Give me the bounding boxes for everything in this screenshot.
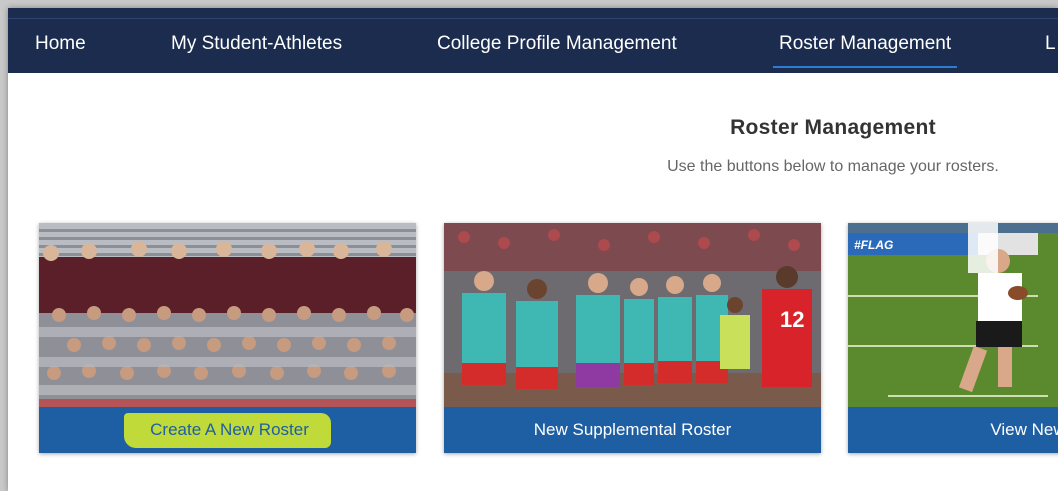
football-team-photo xyxy=(39,223,416,407)
card-view-new-roster[interactable]: #FLAG View New R xyxy=(848,223,1058,453)
nav-item-home[interactable]: Home xyxy=(35,19,86,73)
nav-item-roster-management[interactable]: Roster Management xyxy=(772,19,958,73)
page-subtitle: Use the buttons below to manage your ros… xyxy=(667,158,999,175)
nav-item-my-student-athletes[interactable]: My Student-Athletes xyxy=(171,19,342,73)
new-supplemental-roster-button[interactable]: New Supplemental Roster xyxy=(444,407,821,453)
main-nav: Home My Student-Athletes College Profile… xyxy=(8,18,1058,73)
soccer-team-photo: 12 xyxy=(444,223,821,407)
card-new-supplemental-roster[interactable]: 12 New Supplemental Roster xyxy=(444,223,821,453)
card-create-new-roster[interactable]: Create A New Roster xyxy=(39,223,416,453)
create-new-roster-label: Create A New Roster xyxy=(124,413,331,448)
nav-item-college-profile-management[interactable]: College Profile Management xyxy=(437,19,677,73)
nav-item-truncated[interactable]: L xyxy=(1045,19,1056,73)
svg-text:12: 12 xyxy=(780,307,804,332)
flag-football-photo: #FLAG xyxy=(848,223,1058,407)
view-new-roster-button[interactable]: View New R xyxy=(848,407,1058,453)
create-new-roster-button[interactable]: Create A New Roster xyxy=(39,407,416,453)
window-top-strip xyxy=(8,8,1058,18)
svg-text:#FLAG: #FLAG xyxy=(854,238,893,252)
page-title: Roster Management xyxy=(730,116,936,139)
browser-window: Home My Student-Athletes College Profile… xyxy=(8,8,1058,491)
